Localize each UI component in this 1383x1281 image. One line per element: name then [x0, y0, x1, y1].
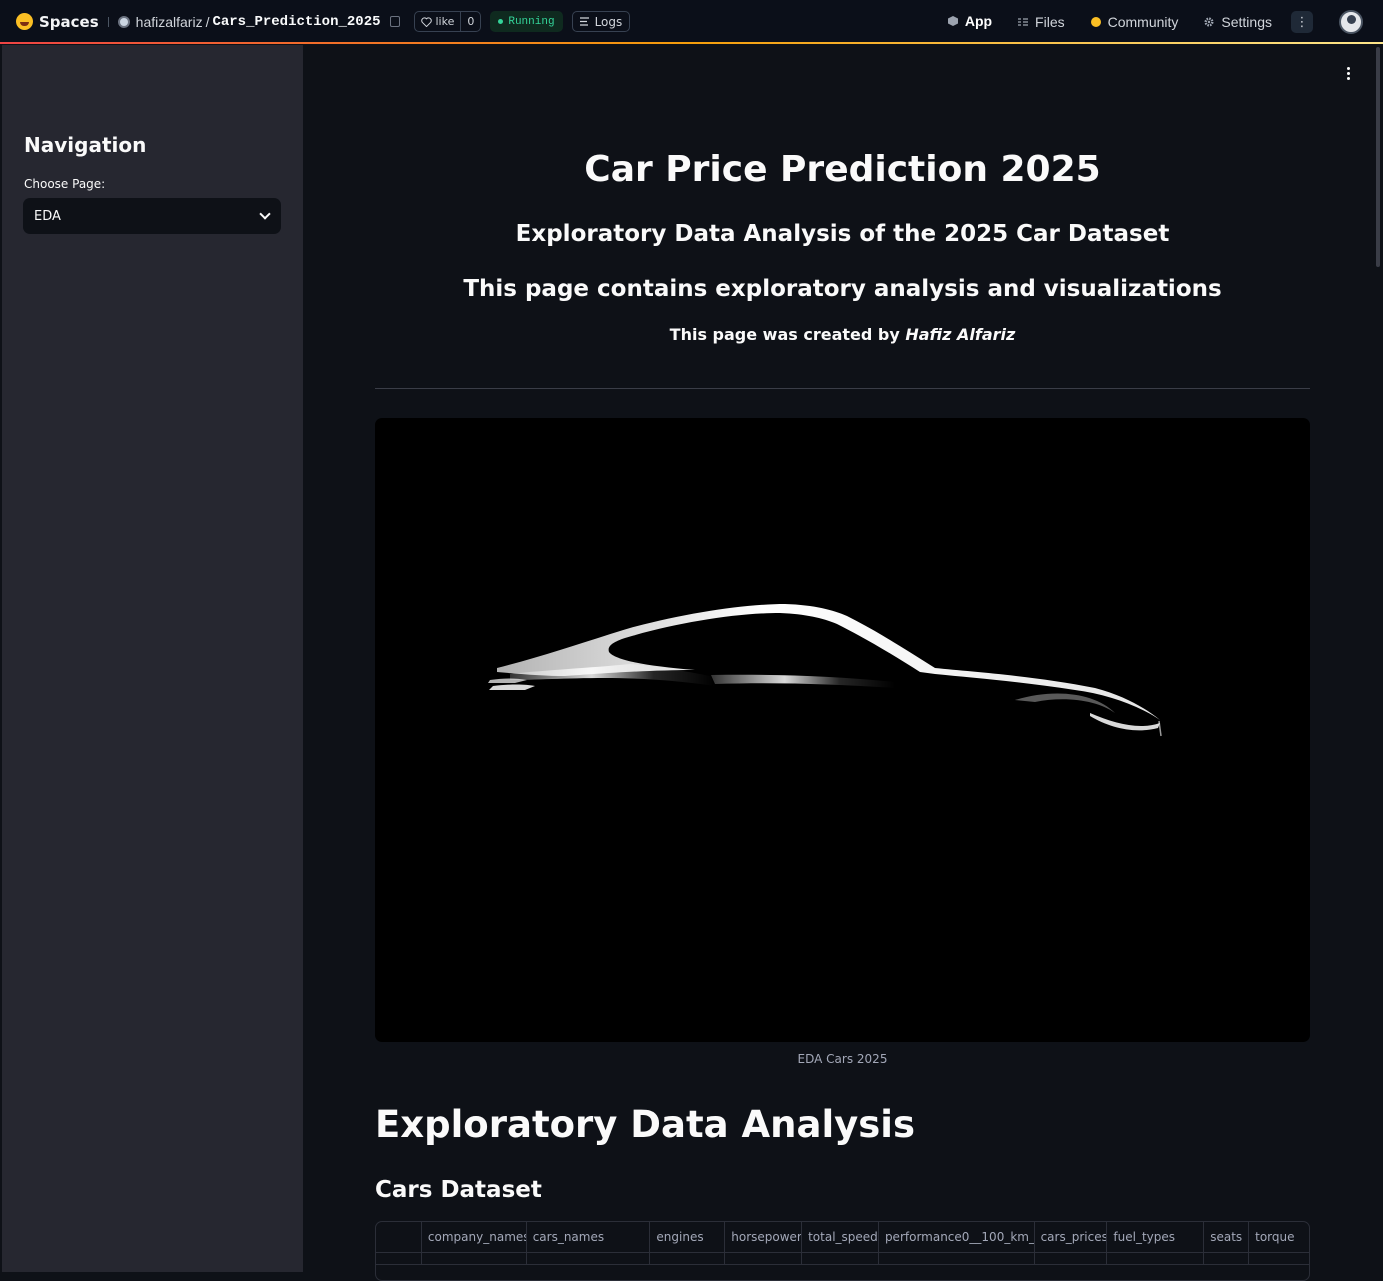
main-content: Car Price Prediction 2025 Exploratory Da… [303, 45, 1383, 1281]
scrollbar-thumb[interactable] [1376, 47, 1380, 267]
tab-app[interactable]: App [934, 0, 1006, 44]
tab-settings-label: Settings [1221, 14, 1272, 30]
tab-community[interactable]: Community [1078, 0, 1192, 44]
table-cell [650, 1253, 726, 1265]
files-icon [1018, 18, 1029, 26]
page-title: Car Price Prediction 2025 [584, 149, 1101, 190]
user-avatar[interactable] [1339, 10, 1363, 34]
status-label: Running [508, 15, 555, 28]
table-cell [1107, 1253, 1205, 1265]
like-label: like [435, 15, 455, 28]
car-silhouette-image [375, 418, 1310, 1042]
sidebar: Navigation Choose Page: EDA [2, 45, 303, 1272]
table-cell [802, 1253, 879, 1265]
spaces-link[interactable]: Spaces [16, 13, 99, 31]
divider [107, 16, 109, 27]
column-header[interactable]: fuel_types [1107, 1222, 1205, 1252]
page-description: This page contains exploratory analysis … [463, 276, 1222, 302]
hf-topbar: Spaces hafizalfariz / Cars_Prediction_20… [0, 0, 1383, 44]
app-menu-button[interactable] [1347, 67, 1351, 80]
more-options-button[interactable]: ⋮ [1291, 11, 1313, 33]
scrollbar[interactable] [1376, 45, 1381, 1272]
column-header[interactable]: engines [650, 1222, 726, 1252]
vertical-dots-icon: ⋮ [1295, 14, 1309, 30]
gear-icon [1204, 17, 1214, 27]
chevron-down-icon [259, 208, 271, 220]
owner-link[interactable]: hafizalfariz [136, 14, 203, 30]
column-header[interactable]: torque [1249, 1222, 1309, 1252]
like-button[interactable]: like 0 [413, 11, 482, 32]
divider [375, 388, 1310, 389]
byline-prefix: This page was created by [669, 325, 906, 344]
breadcrumb-separator: / [205, 13, 210, 30]
tab-community-label: Community [1107, 14, 1179, 30]
column-header[interactable]: horsepower [725, 1222, 803, 1252]
logs-icon [579, 17, 589, 26]
cube-icon [947, 16, 958, 26]
column-header[interactable]: company_names [422, 1222, 527, 1252]
community-icon [1090, 17, 1101, 27]
table-cell [527, 1253, 651, 1265]
column-header[interactable]: cars_names [527, 1222, 651, 1252]
status-dot-icon [498, 19, 504, 24]
column-header[interactable]: total_speed [802, 1222, 879, 1252]
cars-dataframe[interactable]: company_names cars_names engines horsepo… [375, 1221, 1310, 1281]
image-caption: EDA Cars 2025 [797, 1052, 888, 1066]
logs-button[interactable]: Logs [571, 11, 631, 32]
table-cell [376, 1253, 422, 1265]
logs-label: Logs [594, 14, 623, 29]
table-cell [1035, 1253, 1108, 1265]
page-select-value: EDA [34, 208, 61, 224]
table-cell [422, 1253, 527, 1265]
table-cell [1204, 1253, 1250, 1265]
author-name: Hafiz Alfariz [905, 325, 1016, 344]
space-name-link[interactable]: Cars_Prediction_2025 [212, 14, 380, 30]
space-tabs: App Files Community Settings ⋮ [934, 0, 1383, 44]
sidebar-title: Navigation [24, 133, 147, 157]
tab-settings[interactable]: Settings [1191, 0, 1285, 44]
huggingface-logo-icon [16, 13, 33, 30]
table-cell [1249, 1253, 1309, 1265]
page-select[interactable]: EDA [23, 198, 281, 234]
page-select-label: Choose Page: [24, 177, 106, 191]
tab-app-label: App [964, 13, 993, 29]
table-header-row: company_names cars_names engines horsepo… [376, 1222, 1309, 1253]
column-header-index[interactable] [376, 1222, 422, 1252]
topbar-gradient-divider [0, 42, 1383, 44]
page-subtitle: Exploratory Data Analysis of the 2025 Ca… [515, 221, 1170, 247]
tab-files-label: Files [1035, 14, 1065, 30]
author-byline: This page was created by Hafiz Alfariz [375, 325, 1310, 344]
column-header[interactable]: performance0__100_km_h [879, 1222, 1035, 1252]
tab-files[interactable]: Files [1005, 0, 1078, 44]
owner-avatar [117, 15, 130, 28]
spaces-label: Spaces [39, 12, 99, 31]
table-cell [879, 1253, 1035, 1265]
column-header[interactable]: cars_prices [1035, 1222, 1108, 1252]
copy-icon[interactable] [389, 16, 400, 27]
heart-icon [420, 16, 432, 27]
table-row[interactable] [376, 1253, 1309, 1265]
car-silhouette-illustration [488, 604, 1162, 737]
column-header[interactable]: seats [1204, 1222, 1250, 1252]
section-title: Exploratory Data Analysis [375, 1103, 915, 1146]
space-breadcrumb: hafizalfariz / Cars_Prediction_2025 [117, 13, 400, 30]
table-cell [725, 1253, 803, 1265]
like-count: 0 [467, 15, 475, 28]
dataset-title: Cars Dataset [375, 1177, 542, 1203]
status-badge[interactable]: Running [490, 11, 563, 32]
